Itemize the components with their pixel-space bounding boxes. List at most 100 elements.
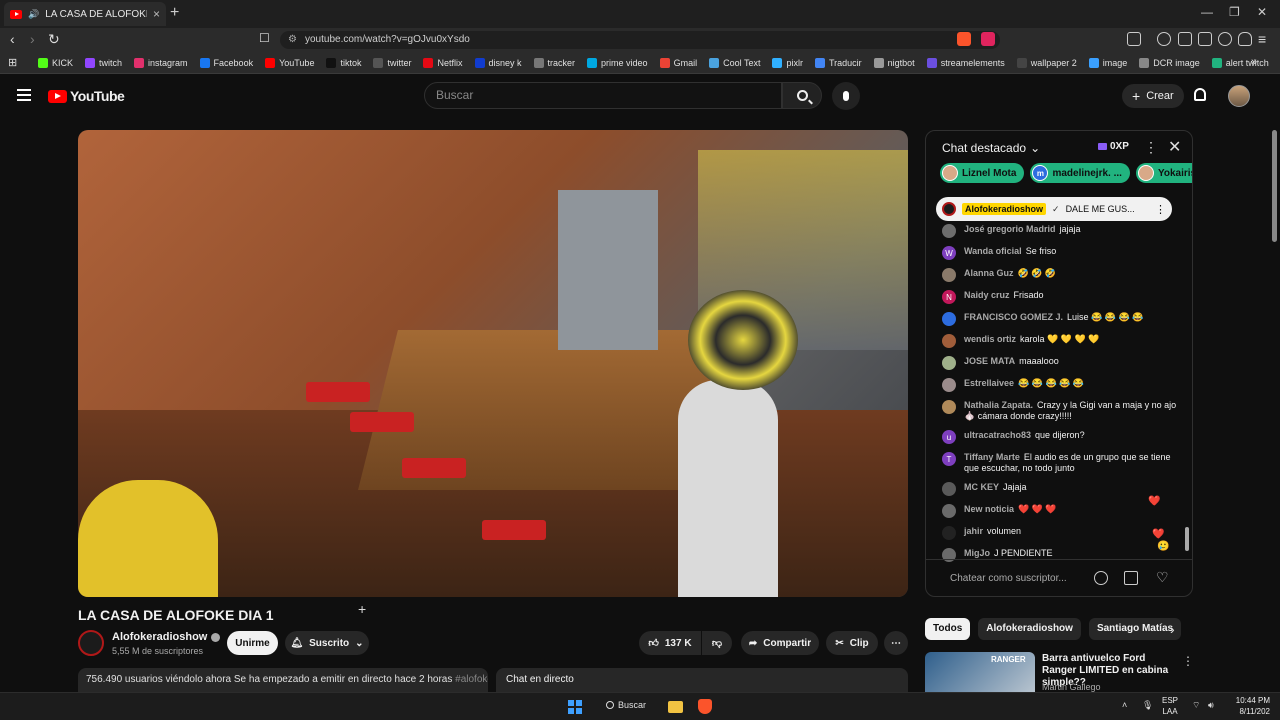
sidebar-icon[interactable] [1178, 32, 1192, 46]
dislike-button[interactable]: 👎︎ [702, 631, 732, 655]
chat-message[interactable]: u ultracatracho83 que dijeron? [942, 430, 1178, 444]
more-actions-button[interactable]: ⋯ [884, 631, 908, 655]
windows-start-icon[interactable] [568, 700, 582, 714]
chat-author-name[interactable]: Estrellaivee [964, 378, 1014, 388]
youtube-logo[interactable]: YouTube [48, 88, 125, 104]
bookmark-item[interactable]: image [1088, 57, 1127, 68]
description-hashtag[interactable]: #alofoke [455, 674, 488, 685]
chat-author-name[interactable]: FRANCISCO GOMEZ J. [964, 312, 1063, 322]
like-button[interactable]: 👍︎ 137 K [639, 631, 701, 655]
bookmark-item[interactable]: instagram [134, 57, 188, 68]
user-avatar[interactable] [1228, 85, 1250, 107]
chat-author-name[interactable]: Tiffany Marte [964, 452, 1020, 462]
chat-message[interactable]: New noticia ❤️ ❤️ ❤️ [942, 504, 1178, 518]
description-box[interactable]: 756.490 usuarios viéndolo ahora Se ha em… [78, 668, 488, 692]
chat-input[interactable]: Chatear como suscriptor... [950, 573, 1067, 584]
chat-author-avatar[interactable]: N [942, 290, 956, 304]
page-scrollbar[interactable] [1272, 130, 1277, 242]
chat-author-avatar[interactable] [942, 378, 956, 392]
join-button[interactable]: Unirme [227, 631, 278, 655]
emoji-icon[interactable] [1094, 571, 1108, 585]
back-icon[interactable]: ‹ [10, 31, 15, 47]
notifications-bell-icon[interactable] [1194, 88, 1206, 101]
chat-author-name[interactable]: MC KEY [964, 482, 999, 492]
chat-scrollbar[interactable] [1185, 527, 1189, 551]
more-bookmarks-icon[interactable]: » [1251, 56, 1257, 68]
subscribed-button[interactable]: 🔔︎ Suscrito ⌄ [285, 631, 369, 655]
chat-author-avatar[interactable] [942, 400, 956, 414]
related-video-channel[interactable]: Martin Gallego [1042, 682, 1101, 692]
voice-search-button[interactable] [832, 82, 860, 110]
channel-name-row[interactable]: Alofokeradioshow [112, 631, 221, 643]
bookmark-item[interactable]: pixlr [772, 57, 803, 68]
pinned-options-icon[interactable]: ⋮ [1155, 203, 1166, 216]
chat-xp-badge[interactable]: 0XP [1098, 141, 1129, 152]
chat-message[interactable]: Nathalia Zapata. Crazy y la Gigi van a ma… [942, 400, 1178, 422]
chat-author-avatar[interactable] [942, 526, 956, 540]
keyboard-language[interactable]: ESP LAA [1162, 695, 1178, 717]
new-tab-icon[interactable]: + [170, 4, 179, 22]
chat-top-chip[interactable]: m madelinejrk. ... [1030, 163, 1130, 183]
chat-author-name[interactable]: Naidy cruz [964, 290, 1010, 300]
chat-author-name[interactable]: Nathalia Zapata. [964, 400, 1033, 410]
volume-icon[interactable]: 🔊︎ [1208, 700, 1214, 711]
create-button[interactable]: + Crear [1122, 84, 1184, 108]
bookmark-item[interactable]: Traducir [814, 57, 862, 68]
clip-button[interactable]: ✂ Clip [826, 631, 878, 655]
bookmark-item[interactable]: nigtbot [873, 57, 915, 68]
tray-overflow-icon[interactable]: ˄ [1122, 700, 1127, 710]
bookmark-item[interactable]: streamelements [926, 57, 1005, 68]
bookmark-item[interactable]: alert twitch [1211, 57, 1269, 68]
chat-author-name[interactable]: Wanda oficial [964, 246, 1022, 256]
chat-author-name[interactable]: ultracatracho83 [964, 430, 1031, 440]
bookmark-item[interactable]: YouTube [265, 57, 314, 68]
bookmark-item[interactable]: twitch [85, 57, 122, 68]
chat-author-avatar[interactable] [942, 482, 956, 496]
bookmark-item[interactable]: twitter [373, 57, 411, 68]
related-filter-chip[interactable]: Todos [925, 618, 971, 640]
chat-author-name[interactable]: JOSE MATA [964, 356, 1015, 366]
chat-author-avatar[interactable]: T [942, 452, 956, 466]
channel-name[interactable]: Alofokeradioshow [112, 631, 207, 643]
chat-top-chip[interactable]: Yokairis [1135, 163, 1192, 183]
chat-author-avatar[interactable] [942, 334, 956, 348]
forward-icon[interactable]: › [30, 31, 35, 47]
chat-message[interactable]: W Wanda oficial Se friso [942, 246, 1178, 260]
super-chat-icon[interactable] [1124, 571, 1138, 585]
wallet-icon[interactable] [1198, 32, 1212, 46]
search-input[interactable]: Buscar [424, 82, 782, 109]
leo-ai-icon[interactable] [1218, 32, 1232, 46]
share-button[interactable]: ➦ Compartir [741, 631, 819, 655]
chat-author-avatar[interactable] [942, 504, 956, 518]
chat-message[interactable]: MC KEY Jajaja [942, 482, 1178, 496]
chat-message[interactable]: José gregorio Madrid jajaja [942, 224, 1178, 238]
chevron-right-icon[interactable]: › [1170, 621, 1175, 637]
chat-mode-dropdown[interactable]: Chat destacado ⌄ [942, 141, 1040, 155]
video-player[interactable] [78, 130, 908, 597]
chat-message[interactable]: JOSE MATA maaalooo [942, 356, 1178, 370]
chat-author-name[interactable]: MigJo [964, 548, 990, 558]
close-window-icon[interactable]: ✕ [1257, 5, 1267, 19]
chat-author-avatar[interactable]: W [942, 246, 956, 260]
brave-shields-icon[interactable] [957, 32, 971, 46]
bookmark-item[interactable]: tracker [533, 57, 575, 68]
browser-menu-icon[interactable]: ≡ [1258, 31, 1266, 47]
search-button[interactable] [782, 82, 822, 109]
heart-reaction-icon[interactable]: ♡ [1156, 569, 1169, 586]
bookmark-item[interactable]: DCR image [1139, 57, 1200, 68]
chat-message[interactable]: T Tiffany Marte El audio es de un grupo qu… [942, 452, 1178, 474]
minimize-window-icon[interactable]: — [1201, 5, 1213, 19]
pinned-message[interactable]: Alofokeradioshow ✓ DALE ME GUS... ⋮ [936, 197, 1172, 221]
system-clock[interactable]: 10:44 PM 8/11/202 [1220, 695, 1270, 717]
chat-options-icon[interactable]: ⋮ [1144, 139, 1158, 156]
chat-message[interactable]: jahir volumen [942, 526, 1178, 540]
url-field[interactable]: ⚙ youtube.com/watch?v=gOJvu0xYsdo [280, 31, 1000, 49]
bookmark-item[interactable]: Netflix [423, 57, 463, 68]
close-tab-icon[interactable]: × [153, 7, 160, 21]
bookmark-item[interactable]: prime video [587, 57, 648, 68]
channel-avatar[interactable] [78, 630, 104, 656]
vpn-icon[interactable] [1238, 32, 1252, 46]
chat-message[interactable]: wendis ortiz karola 💛 💛 💛 💛 [942, 334, 1178, 348]
chat-message[interactable]: FRANCISCO GOMEZ J. Luise 😂 😂 😂 😂 [942, 312, 1178, 326]
chat-top-chip[interactable]: Liznel Mota [940, 163, 1025, 183]
